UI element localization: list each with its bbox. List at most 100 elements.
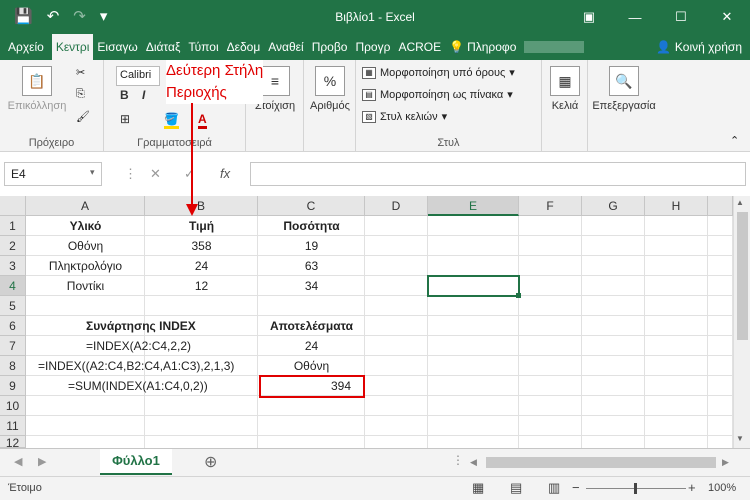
cell-c6[interactable]: Αποτελέσματα — [258, 316, 365, 336]
tab-view[interactable]: Προβο — [308, 34, 352, 60]
zoom-in-icon[interactable]: + — [688, 480, 696, 495]
enter-icon[interactable]: ✓ — [184, 166, 195, 182]
tab-review[interactable]: Αναθεί — [264, 34, 307, 60]
cell-c2[interactable]: 19 — [258, 236, 365, 256]
tab-file[interactable]: Αρχείο — [0, 34, 52, 60]
bold-icon[interactable]: B — [120, 88, 129, 102]
row-header-5[interactable]: 5 — [0, 296, 26, 316]
page-layout-icon[interactable]: ▤ — [510, 480, 522, 496]
ribbon-display-icon[interactable]: ▣ — [566, 0, 612, 34]
cell-c7[interactable]: 24 — [258, 336, 365, 356]
row-header-4[interactable]: 4 — [0, 276, 26, 296]
tab-acroe[interactable]: ACROE — [394, 34, 445, 60]
format-as-table-button[interactable]: ▤ Μορφοποίηση ως πίνακα ▾ — [362, 88, 513, 101]
font-color-icon[interactable]: A — [198, 112, 207, 129]
cell-b2[interactable]: 358 — [145, 236, 258, 256]
conditional-formatting-button[interactable]: ▦ Μορφοποίηση υπό όρους ▾ — [362, 66, 515, 79]
column-header-e[interactable]: E — [428, 196, 519, 216]
column-header-b[interactable]: B — [145, 196, 258, 216]
sheet-tab-fyllo1[interactable]: Φύλλο1 — [100, 449, 172, 475]
cells-button[interactable]: ▦ Κελιά — [546, 66, 584, 112]
cell-c4[interactable]: 34 — [258, 276, 365, 296]
cell-styles-button[interactable]: ▧ Στυλ κελιών ▾ — [362, 110, 447, 123]
zoom-out-icon[interactable]: − — [572, 480, 580, 495]
paste-button[interactable]: 📋 Επικόλληση — [4, 66, 70, 112]
cancel-icon[interactable]: ✕ — [150, 166, 161, 182]
row-header-9[interactable]: 9 — [0, 376, 26, 396]
column-header-f[interactable]: F — [519, 196, 582, 216]
column-header-g[interactable]: G — [582, 196, 645, 216]
next-sheet-icon[interactable]: ▶ — [38, 455, 46, 468]
editing-button[interactable]: 🔍 Επεξεργασία — [588, 66, 660, 112]
cell-a3[interactable]: Πληκτρολόγιο — [26, 256, 145, 276]
scroll-up-icon[interactable]: ▲ — [736, 198, 744, 207]
italic-icon[interactable]: I — [142, 88, 145, 102]
tell-me-search[interactable]: 💡 Πληροφο — [445, 34, 520, 60]
scroll-left-icon[interactable]: ◀ — [470, 457, 477, 468]
scroll-thumb[interactable] — [737, 212, 748, 340]
name-box[interactable]: E4 — [4, 162, 102, 186]
tab-data[interactable]: Δεδομ — [223, 34, 265, 60]
fill-handle[interactable] — [516, 293, 521, 298]
insert-function-icon[interactable]: fx — [220, 166, 230, 181]
maximize-button[interactable]: ☐ — [658, 0, 704, 34]
cell-a8[interactable]: =INDEX((A2:C4,B2:C4,A1:C3),2,1,3) — [26, 356, 258, 376]
column-header-a[interactable]: A — [26, 196, 145, 216]
cell-b1[interactable]: Τιμή — [145, 216, 258, 236]
cell-a1[interactable]: Υλικό — [26, 216, 145, 236]
share-button[interactable]: 👤 Κοινή χρήση — [656, 34, 750, 60]
row-header-6[interactable]: 6 — [0, 316, 26, 336]
row-header-10[interactable]: 10 — [0, 396, 26, 416]
add-sheet-icon[interactable]: ⊕ — [204, 452, 217, 472]
tab-developer[interactable]: Προγρ — [351, 34, 394, 60]
close-button[interactable]: ✕ — [704, 0, 750, 34]
collapse-ribbon-icon[interactable]: ⌃ — [730, 134, 739, 147]
row-header-1[interactable]: 1 — [0, 216, 26, 236]
row-header-12[interactable]: 12 — [0, 436, 26, 450]
font-name-box[interactable]: Calibri — [116, 66, 160, 86]
horizontal-scroll-thumb[interactable] — [486, 457, 716, 468]
zoom-level[interactable]: 100% — [708, 482, 736, 494]
prev-sheet-icon[interactable]: ◀ — [14, 455, 22, 468]
cell-c8[interactable]: Οθόνη — [258, 356, 365, 376]
cell-a2[interactable]: Οθόνη — [26, 236, 145, 256]
cut-icon[interactable]: ✂ — [76, 66, 85, 79]
vertical-scrollbar[interactable]: ▲ ▼ — [733, 196, 750, 448]
minimize-button[interactable]: — — [612, 0, 658, 34]
row-header-8[interactable]: 8 — [0, 356, 26, 376]
cell-a6[interactable]: Συνάρτησης INDEX — [26, 316, 258, 336]
scroll-right-icon[interactable]: ▶ — [722, 457, 729, 468]
tab-split-handle[interactable]: ⋮ — [452, 453, 464, 467]
active-cell-e4[interactable] — [427, 275, 520, 297]
cell-c3[interactable]: 63 — [258, 256, 365, 276]
tab-formulas[interactable]: Τύποι — [184, 34, 222, 60]
row-header-2[interactable]: 2 — [0, 236, 26, 256]
borders-icon[interactable]: ⊞ — [120, 112, 130, 126]
cell-c1[interactable]: Ποσότητα — [258, 216, 365, 236]
tab-home[interactable]: Κεντρι — [51, 34, 94, 60]
cell-a4[interactable]: Ποντίκι — [26, 276, 145, 296]
formula-input[interactable] — [250, 162, 746, 186]
page-break-icon[interactable]: ▥ — [548, 480, 560, 496]
row-header-3[interactable]: 3 — [0, 256, 26, 276]
row-header-11[interactable]: 11 — [0, 416, 26, 436]
select-all-corner[interactable] — [0, 196, 26, 216]
tab-layout[interactable]: Διάταξ — [142, 34, 185, 60]
number-button[interactable]: % Αριθμός — [306, 66, 354, 112]
scroll-down-icon[interactable]: ▼ — [736, 434, 744, 443]
column-header-h[interactable]: H — [645, 196, 708, 216]
cell-b4[interactable]: 12 — [145, 276, 258, 296]
column-header-d[interactable]: D — [365, 196, 428, 216]
cell-b3[interactable]: 24 — [145, 256, 258, 276]
cell-a9[interactable]: =SUM(INDEX(A1:C4,0,2)) — [26, 376, 258, 396]
copy-icon[interactable]: ⎘ — [76, 88, 85, 101]
tab-insert[interactable]: Εισαγω — [93, 34, 141, 60]
normal-view-icon[interactable]: ▦ — [472, 480, 484, 496]
format-painter-icon[interactable]: 🖌 — [76, 110, 90, 123]
column-header-c[interactable]: C — [258, 196, 365, 216]
row-header-7[interactable]: 7 — [0, 336, 26, 356]
fill-color-icon[interactable]: 🪣 — [164, 112, 179, 129]
zoom-slider-thumb[interactable] — [634, 483, 637, 494]
name-box-dropdown-icon[interactable]: ▾ — [90, 167, 95, 178]
cell-a7[interactable]: =INDEX(A2:C4,2,2) — [26, 336, 258, 356]
